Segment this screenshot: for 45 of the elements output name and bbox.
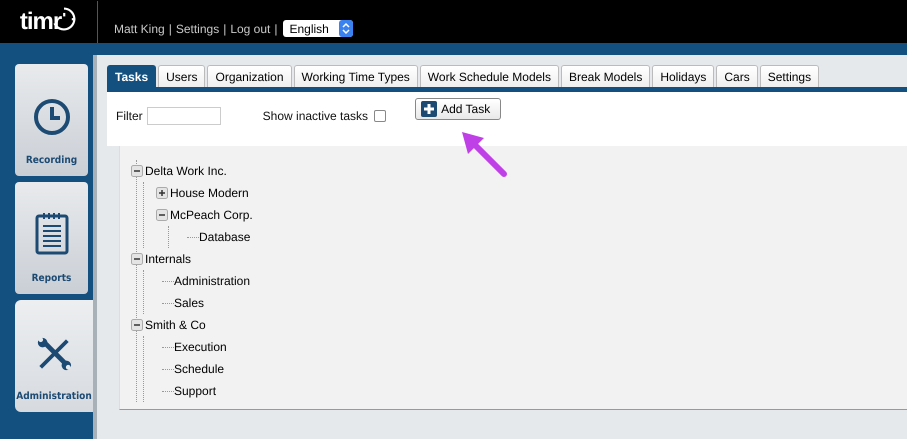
filter-field[interactable]	[146, 107, 221, 125]
tree-item[interactable]: House Modern	[170, 186, 249, 200]
separator: |	[274, 22, 278, 36]
separator: |	[223, 22, 226, 36]
notepad-icon	[34, 211, 68, 255]
tree-item[interactable]: Internals	[145, 252, 192, 266]
tab[interactable]: Tasks	[107, 65, 156, 87]
tab[interactable]: Organization	[207, 65, 292, 87]
tab[interactable]: Users	[158, 65, 206, 87]
language-select[interactable]: English	[283, 20, 354, 37]
logo: timr	[20, 8, 78, 36]
separator: |	[168, 22, 172, 36]
chevron-icon	[339, 20, 354, 37]
tab[interactable]: Working Time Types	[294, 65, 418, 87]
nav-button[interactable]: Administration	[15, 300, 93, 412]
tab[interactable]: Cars	[716, 65, 758, 87]
tree-item[interactable]: Support	[174, 384, 216, 398]
tree-item[interactable]: Database	[199, 230, 250, 244]
tab[interactable]: Work Schedule Models	[420, 65, 559, 87]
tree-item[interactable]: Execution	[174, 340, 227, 354]
tab[interactable]: Holidays	[652, 65, 714, 87]
minus-icon[interactable]	[131, 253, 143, 265]
tree-item[interactable]: Sales	[174, 296, 204, 310]
tab[interactable]: Settings	[760, 65, 820, 87]
tree-item[interactable]: Delta Work Inc.	[145, 164, 227, 178]
tab[interactable]: Break Models	[560, 65, 650, 87]
user-link[interactable]: Matt King	[114, 22, 165, 36]
tools-icon	[35, 335, 73, 373]
minus-icon[interactable]	[131, 165, 143, 177]
clock-icon	[32, 97, 72, 137]
add-task-button[interactable]: Add Task	[415, 98, 502, 120]
tree-item[interactable]: Smith & Co	[145, 318, 206, 332]
filter-label: Filter	[116, 109, 143, 123]
nav-button[interactable]: Recording	[15, 64, 88, 176]
logout-link[interactable]: Log out	[230, 22, 270, 36]
tree-item[interactable]: McPeach Corp.	[170, 208, 253, 222]
minus-icon[interactable]	[131, 319, 143, 331]
nav-button[interactable]: Reports	[15, 182, 88, 294]
plus-icon	[421, 101, 438, 117]
tree-item[interactable]: Schedule	[174, 362, 224, 376]
tree-item[interactable]: Administration	[174, 274, 250, 288]
minus-icon[interactable]	[156, 209, 168, 221]
settings-link[interactable]: Settings	[176, 22, 220, 36]
show-inactive-label: Show inactive tasks	[262, 109, 368, 123]
plus-icon[interactable]	[156, 187, 168, 199]
